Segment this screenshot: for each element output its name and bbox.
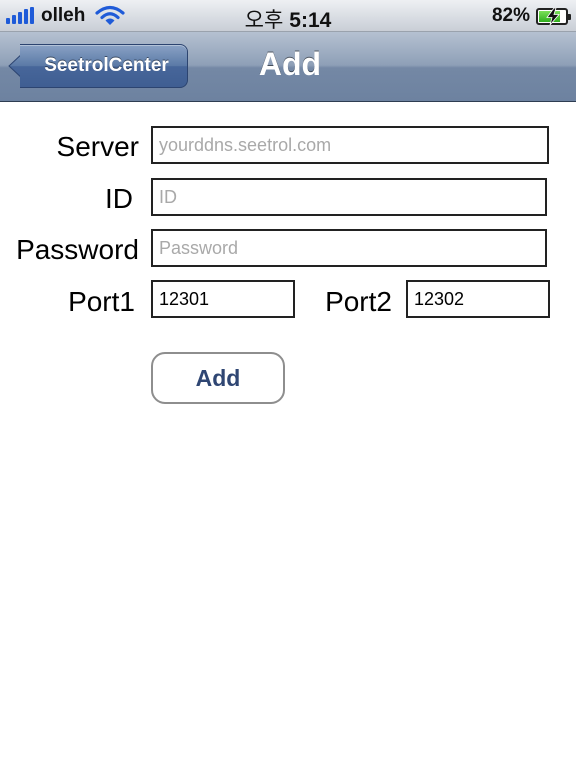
battery-percent: 82%	[491, 5, 530, 26]
charging-bolt-icon	[546, 7, 560, 25]
password-label: Password	[16, 234, 139, 265]
port2-input[interactable]	[406, 280, 550, 318]
time-period: 오후	[244, 9, 284, 32]
status-bar: olleh 오후 5:14 82%	[0, 0, 576, 32]
port1-label: Port1	[68, 286, 135, 317]
id-input[interactable]	[151, 178, 547, 216]
navigation-bar: SeetrolCenter Add	[0, 32, 576, 102]
battery-tip	[568, 13, 571, 20]
password-input[interactable]	[151, 229, 547, 267]
battery-charging-icon	[536, 7, 571, 25]
server-label: Server	[56, 131, 139, 162]
back-button[interactable]: SeetrolCenter	[20, 44, 188, 88]
add-button[interactable]: Add	[151, 352, 285, 404]
status-right: 82%	[491, 5, 571, 27]
status-time: 오후 5:14	[0, 4, 576, 34]
port2-label: Port2	[325, 286, 392, 317]
page-title: Add	[258, 46, 322, 82]
back-button-label: SeetrolCenter	[44, 55, 169, 76]
server-input[interactable]	[151, 126, 549, 164]
time-value: 5:14	[289, 9, 332, 32]
id-label: ID	[105, 183, 133, 214]
port1-input[interactable]	[151, 280, 295, 318]
